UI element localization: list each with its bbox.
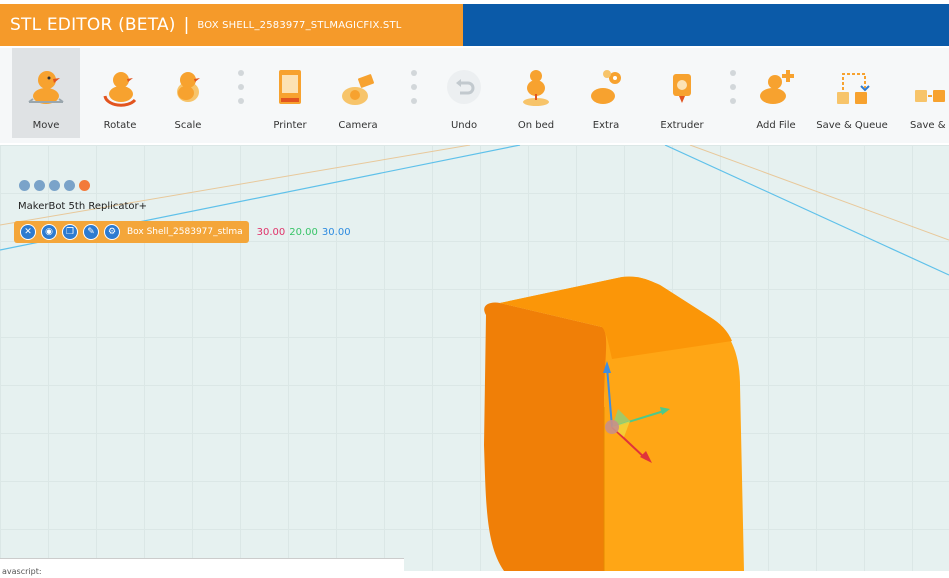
duck-rotate-icon (99, 66, 141, 108)
extruder-button[interactable]: Extruder (648, 48, 716, 138)
camera-view-icon[interactable] (64, 180, 75, 191)
object-name: Box Shell_2583977_stlma (127, 227, 243, 237)
toolbar-separator (411, 70, 417, 104)
object-tag[interactable]: ✕ ◉ ❐ ✎ ⚙ Box Shell_2583977_stlma (14, 221, 249, 243)
toolbar-separator (730, 70, 736, 104)
add-file-label: Add File (756, 120, 796, 131)
save-label: Save & S (910, 120, 949, 131)
toolbar-separator (238, 70, 244, 104)
extra-button[interactable]: Extra (572, 48, 640, 138)
title-bar-left: STL EDITOR (BETA) | BOX SHELL_2583977_ST… (0, 4, 463, 46)
on-bed-label: On bed (517, 120, 555, 131)
camera-label: Camera (338, 120, 378, 131)
dimension-z: 30.00 (321, 226, 351, 238)
undo-button[interactable]: Undo (430, 48, 498, 138)
browser-status-bar: avascript: (0, 558, 404, 576)
printer-icon (269, 66, 311, 108)
duck-move-icon (25, 66, 67, 108)
ruler-icon[interactable] (19, 180, 30, 191)
undo-label: Undo (450, 120, 478, 131)
layers-icon[interactable] (49, 180, 60, 191)
status-text: avascript: (2, 567, 42, 576)
toolbar: Move Rotate Scale Printer Camera Undo On… (0, 48, 949, 143)
object-dimensions: 30.00 20.00 30.00 (257, 227, 351, 238)
camera-icon (337, 66, 379, 108)
save-queue-button[interactable]: Save & Queue (816, 48, 888, 138)
view-tools (19, 180, 90, 191)
add-file-button[interactable]: Add File (742, 48, 810, 138)
dimension-y: 20.00 (289, 226, 318, 238)
save-button[interactable]: Save & S (905, 48, 949, 138)
support-icon[interactable] (79, 180, 90, 191)
move-button[interactable]: Move (12, 48, 80, 138)
eye-icon[interactable]: ◉ (41, 224, 57, 240)
gizmo-center[interactable] (605, 420, 619, 434)
on-bed-button[interactable]: On bed (502, 48, 570, 138)
title-separator: | (183, 15, 190, 35)
save-queue-label: Save & Queue (816, 120, 888, 131)
duplicate-icon[interactable]: ❐ (62, 224, 78, 240)
add-file-icon (755, 66, 797, 108)
printer-label: Printer (273, 120, 307, 131)
title-bar: STL EDITOR (BETA) | BOX SHELL_2583977_ST… (0, 4, 949, 46)
extruder-icon (661, 66, 703, 108)
grid-icon[interactable] (34, 180, 45, 191)
extra-label: Extra (592, 120, 620, 131)
file-title: BOX SHELL_2583977_STLMAGICFIX.STL (197, 19, 402, 31)
save-icon (911, 66, 949, 108)
dimension-x: 30.00 (256, 226, 286, 238)
close-icon[interactable]: ✕ (20, 224, 36, 240)
duck-scale-icon (167, 66, 209, 108)
printer-button[interactable]: Printer (256, 48, 324, 138)
duck-on-bed-icon (515, 66, 557, 108)
move-label: Move (32, 120, 60, 131)
edit-icon[interactable]: ✎ (83, 224, 99, 240)
rotate-label: Rotate (103, 120, 137, 131)
3d-viewport[interactable]: MakerBot 5th Replicator+ ✕ ◉ ❐ ✎ ⚙ Box S… (0, 145, 949, 571)
build-plate-edge (689, 145, 949, 241)
title-bar-right (463, 4, 949, 46)
settings-icon[interactable]: ⚙ (104, 224, 120, 240)
undo-icon (443, 66, 485, 108)
extruder-label: Extruder (660, 120, 704, 131)
build-plate-edge (664, 145, 949, 276)
scale-button[interactable]: Scale (154, 48, 222, 138)
scale-label: Scale (174, 120, 202, 131)
save-queue-icon (831, 66, 873, 108)
gears-icon (585, 66, 627, 108)
rotate-button[interactable]: Rotate (86, 48, 154, 138)
object-row: ✕ ◉ ❐ ✎ ⚙ Box Shell_2583977_stlma 30.00 … (14, 221, 351, 243)
camera-button[interactable]: Camera (324, 48, 392, 138)
app-title: STL EDITOR (BETA) (10, 15, 176, 35)
printer-name: MakerBot 5th Replicator+ (18, 201, 148, 212)
